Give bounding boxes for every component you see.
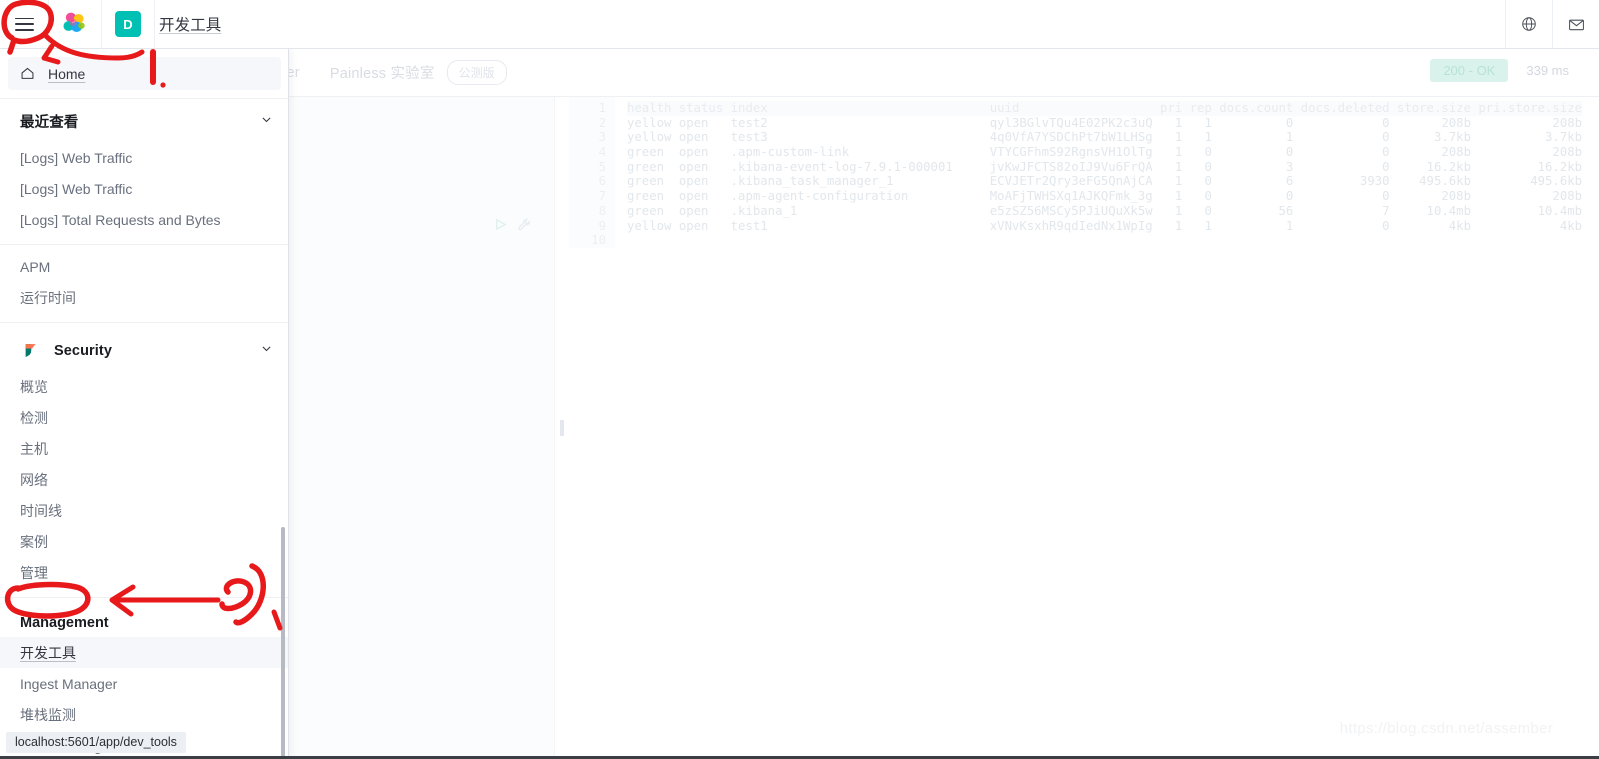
observability-list: APM 运行时间 bbox=[0, 251, 288, 313]
play-icon[interactable] bbox=[493, 217, 508, 237]
beta-badge: 公测版 bbox=[446, 60, 507, 85]
response-line: health status index uuid pri rep docs.co… bbox=[627, 101, 1583, 116]
recently-viewed-list: [Logs] Web Traffic [Logs] Web Traffic [L… bbox=[0, 142, 288, 235]
response-line: green open .kibana-event-log-7.9.1-00000… bbox=[627, 159, 1583, 174]
nav-divider-4 bbox=[0, 597, 288, 598]
app-root: D 开发工具 gger Painless 实验室 公测 bbox=[0, 0, 1599, 759]
section-security[interactable]: Security bbox=[0, 329, 288, 371]
globe-icon bbox=[1522, 17, 1536, 31]
sidebar-item-dev-tools[interactable]: 开发工具 bbox=[0, 637, 288, 668]
elapsed-time: 339 ms bbox=[1526, 63, 1569, 78]
header-right-actions bbox=[1505, 0, 1599, 48]
line-number: 10 bbox=[591, 233, 606, 248]
chevron-down-icon bbox=[260, 113, 273, 131]
status-bar-url: localhost:5601/app/dev_tools bbox=[6, 732, 186, 753]
line-number: 9 bbox=[598, 218, 606, 233]
line-number-gutter: 1 2 3 4 5 6 7 8 9 10 bbox=[569, 97, 615, 248]
globe-button[interactable] bbox=[1505, 0, 1552, 48]
list-item[interactable]: [Logs] Web Traffic bbox=[0, 142, 288, 173]
sidebar-item-home[interactable]: Home bbox=[8, 57, 281, 90]
response-line: yellow open test3 4q0VfA7YSDChPt7bW1LHSg… bbox=[627, 130, 1583, 145]
line-number: 7 bbox=[598, 189, 606, 204]
pane-resize-handle[interactable] bbox=[555, 97, 569, 759]
space-avatar[interactable]: D bbox=[115, 11, 141, 37]
response-line bbox=[627, 233, 1582, 248]
line-number: 8 bbox=[598, 203, 606, 218]
line-number: 6 bbox=[598, 174, 606, 189]
response-line: yellow open test1 xVNvKsxhR9qdIedNx1WpIg… bbox=[627, 218, 1583, 233]
primary-navigation-flyout: Home 最近查看 [Logs] Web Traffic [Logs] Web … bbox=[0, 49, 289, 759]
sidebar-item-hosts[interactable]: 主机 bbox=[0, 433, 288, 464]
line-number: 4 bbox=[598, 145, 606, 160]
nav-scroll-container[interactable]: Home 最近查看 [Logs] Web Traffic [Logs] Web … bbox=[0, 57, 288, 759]
sidebar-item-cases[interactable]: 案例 bbox=[0, 526, 288, 557]
global-header: D 开发工具 bbox=[0, 0, 1599, 49]
sidebar-item-network[interactable]: 网络 bbox=[0, 464, 288, 495]
hamburger-menu-icon bbox=[14, 17, 34, 31]
line-number: 1 bbox=[598, 101, 606, 115]
response-line: green open .kibana_task_manager_1 ECVJET… bbox=[627, 174, 1583, 189]
wrench-icon[interactable] bbox=[517, 217, 532, 237]
hamburger-menu-button[interactable] bbox=[0, 0, 49, 48]
section-recently-viewed-title: 最近查看 bbox=[20, 115, 79, 131]
status-badge: 200 - OK bbox=[1430, 59, 1509, 82]
response-line: yellow open test2 qyl3BGlvTQu4E02PK2c3uQ… bbox=[627, 115, 1583, 130]
elastic-logo-button[interactable] bbox=[49, 0, 102, 48]
home-icon bbox=[21, 67, 34, 79]
response-code-area[interactable]: 1 2 3 4 5 6 7 8 9 10 health status index uuid pri… bbox=[569, 97, 1599, 248]
resize-grip-icon bbox=[559, 420, 565, 436]
chevron-down-icon bbox=[260, 342, 273, 360]
sidebar-item-stack-monitoring[interactable]: 堆栈监测 bbox=[0, 699, 288, 730]
sidebar-item-uptime[interactable]: 运行时间 bbox=[0, 282, 288, 313]
list-item[interactable]: [Logs] Total Requests and Bytes bbox=[0, 204, 288, 235]
response-line: green open .apm-custom-link VTYCGFhmS92R… bbox=[627, 145, 1583, 160]
response-line: green open .apm-agent-configuration MoAF… bbox=[627, 189, 1583, 204]
watermark-text: https://blog.csdn.net/assember bbox=[1339, 720, 1553, 737]
sidebar-item-home-label: Home bbox=[48, 65, 86, 82]
editor-action-group bbox=[493, 217, 532, 237]
response-lines: health status index uuid pri rep docs.co… bbox=[615, 97, 1583, 248]
sidebar-item-detections[interactable]: 检测 bbox=[0, 402, 288, 433]
sidebar-item-ingest-manager[interactable]: Ingest Manager bbox=[0, 668, 288, 699]
security-list: 概览 检测 主机 网络 时间线 案例 管理 bbox=[0, 371, 288, 588]
response-line: green open .kibana_1 e5zSZ56MSCy5PJiUQuX… bbox=[627, 203, 1583, 218]
response-status-group: 200 - OK 339 ms bbox=[1430, 59, 1577, 82]
mail-button[interactable] bbox=[1552, 0, 1599, 48]
sidebar-item-overview[interactable]: 概览 bbox=[0, 371, 288, 402]
console-response-output: 200 - OK 339 ms 1 2 3 4 5 6 7 8 9 10 health statu… bbox=[569, 59, 1599, 759]
list-item[interactable]: [Logs] Web Traffic bbox=[0, 173, 288, 204]
nav-scrollbar[interactable] bbox=[281, 527, 285, 759]
section-security-title: Security bbox=[54, 343, 113, 359]
sidebar-item-timelines[interactable]: 时间线 bbox=[0, 495, 288, 526]
line-number: 5 bbox=[598, 159, 606, 174]
elastic-security-logo-icon bbox=[23, 344, 36, 357]
section-recently-viewed[interactable]: 最近查看 bbox=[0, 99, 288, 142]
tab-painless-lab[interactable]: Painless 实验室 bbox=[330, 62, 435, 83]
header-divider bbox=[154, 0, 155, 48]
sidebar-item-apm[interactable]: APM bbox=[0, 251, 288, 282]
section-management-title: Management bbox=[20, 615, 109, 631]
line-number: 3 bbox=[598, 130, 606, 145]
mail-icon bbox=[1568, 19, 1584, 30]
nav-divider-3 bbox=[0, 322, 288, 323]
elastic-logo-icon bbox=[63, 12, 85, 33]
line-number: 2 bbox=[598, 115, 606, 130]
nav-divider-2 bbox=[0, 244, 288, 245]
page-title: 开发工具 bbox=[159, 17, 222, 34]
sidebar-item-administration[interactable]: 管理 bbox=[0, 557, 288, 588]
